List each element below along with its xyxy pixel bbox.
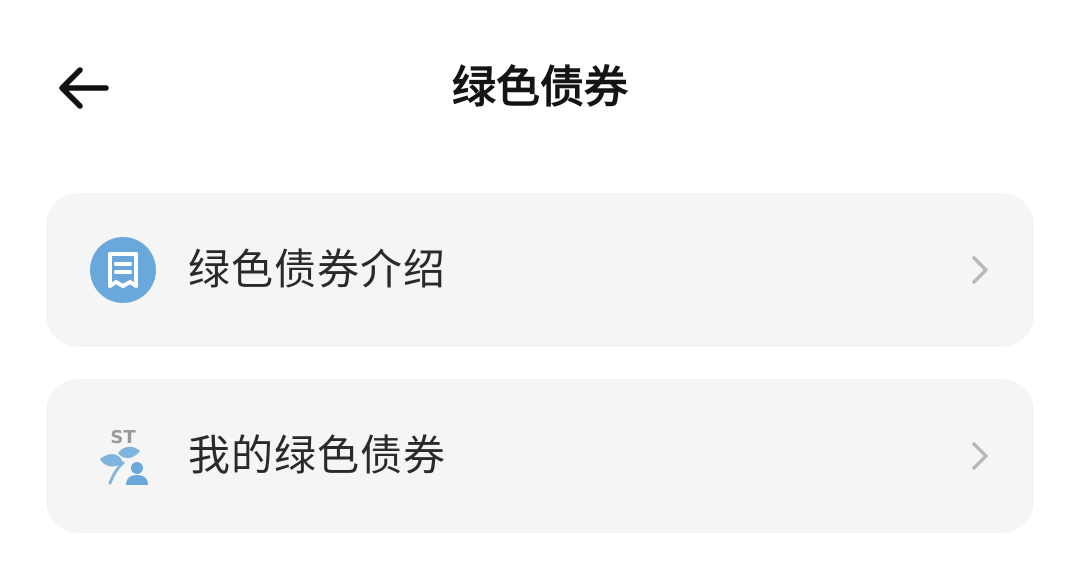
header-bar: 绿色债券 (0, 0, 1080, 180)
menu-item-my-green-bond[interactable]: ST 我的绿色债券 (46, 379, 1034, 533)
page-title: 绿色债券 (452, 62, 628, 113)
chevron-right-icon (972, 256, 988, 284)
st-badge-text: ST (110, 427, 136, 448)
menu-item-label: 我的绿色债券 (188, 431, 447, 480)
menu-item-label: 绿色债券介绍 (188, 245, 447, 294)
st-leaf-user-icon: ST (100, 427, 148, 485)
document-icon (90, 237, 156, 303)
menu-item-green-bond-intro[interactable]: 绿色债券介绍 (46, 193, 1034, 347)
chevron-right-icon (972, 442, 988, 470)
